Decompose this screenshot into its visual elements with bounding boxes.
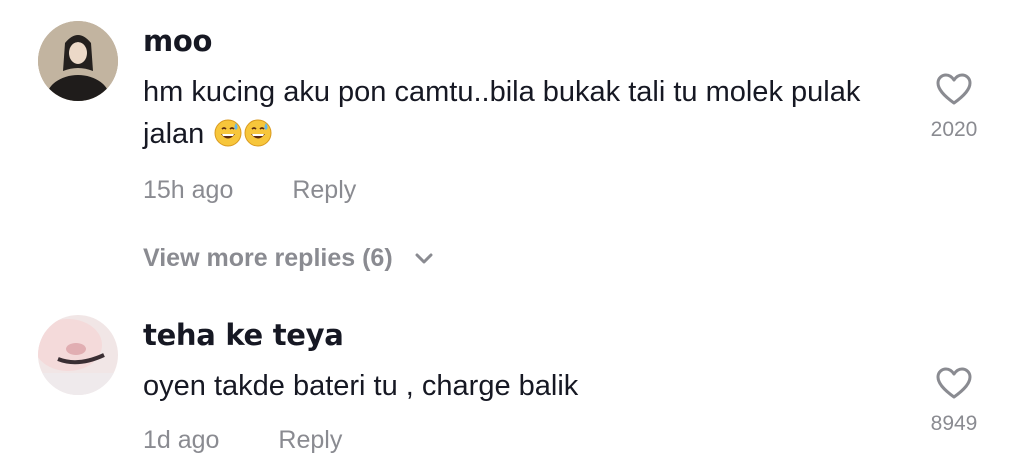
chevron-down-icon — [415, 253, 433, 264]
reply-button[interactable]: Reply — [278, 426, 342, 454]
timestamp: 15h ago — [143, 176, 234, 204]
comment-text-content: oyen takde bateri tu , charge balik — [143, 370, 579, 402]
comment-meta: 15h ago Reply — [143, 176, 356, 205]
like-button[interactable]: 8949 — [924, 366, 984, 436]
like-count: 2020 — [930, 118, 978, 141]
timestamp: 1d ago — [143, 426, 220, 454]
view-more-replies-button[interactable]: View more replies (6) — [143, 244, 434, 273]
heart-outline-icon — [936, 73, 972, 105]
comment-text: oyen takde bateri tu , charge balik — [143, 365, 903, 407]
reply-button[interactable]: Reply — [292, 176, 356, 204]
comment-item: teha ke teya oyen takde bateri tu , char… — [0, 300, 1020, 472]
heart-outline-icon — [936, 367, 972, 399]
username[interactable]: teha ke teya — [143, 318, 344, 352]
view-more-label: View more replies (6) — [143, 244, 393, 272]
username[interactable]: moo — [143, 24, 212, 58]
avatar[interactable] — [38, 315, 118, 395]
like-button[interactable]: 2020 — [924, 72, 984, 142]
comment-meta: 1d ago Reply — [143, 426, 342, 455]
comment-text: hm kucing aku pon camtu..bila bukak tali… — [143, 71, 903, 159]
comment-item: moo hm kucing aku pon camtu..bila bukak … — [0, 0, 1020, 230]
sweat-smile-emoji — [214, 117, 242, 159]
like-count: 8949 — [930, 412, 978, 435]
avatar[interactable] — [38, 21, 118, 101]
sweat-smile-emoji — [244, 117, 272, 159]
